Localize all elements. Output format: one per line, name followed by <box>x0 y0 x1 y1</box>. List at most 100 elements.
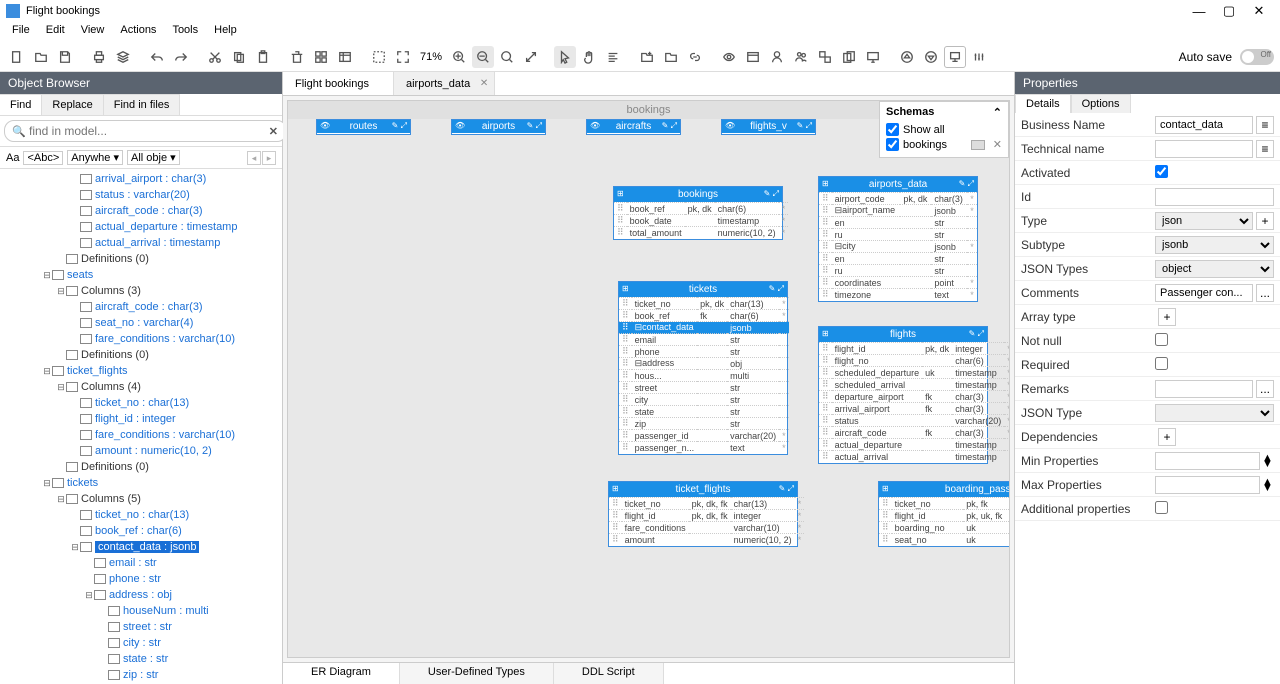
tree-node[interactable]: phone : str <box>0 571 282 587</box>
resize-icon[interactable] <box>814 46 836 68</box>
close-button[interactable]: ✕ <box>1244 3 1274 19</box>
allobj-filter[interactable]: All obje ▾ <box>127 150 180 165</box>
redo-icon[interactable] <box>170 46 192 68</box>
menu-tools[interactable]: Tools <box>164 22 206 42</box>
prop-select[interactable] <box>1155 404 1274 422</box>
entity-ticket_flights[interactable]: ⊞ticket_flights✎ ⤢⠿ticket_nopk, dk, fkch… <box>608 481 798 547</box>
zoom-level[interactable]: 71% <box>416 51 446 63</box>
entity-flights[interactable]: ⊞flights✎ ⤢⠿flight_idpk, dkinteger*⠿flig… <box>818 326 988 464</box>
select-icon[interactable] <box>368 46 390 68</box>
tree-node[interactable]: houseNum : multi <box>0 603 282 619</box>
prop-input[interactable] <box>1155 188 1274 206</box>
tree-node[interactable]: ⊟Columns (4) <box>0 379 282 395</box>
prop-checkbox[interactable] <box>1155 165 1168 178</box>
tree-node[interactable]: ⊟tickets <box>0 475 282 491</box>
word-filter[interactable]: <Abc> <box>23 151 63 165</box>
undo-icon[interactable] <box>146 46 168 68</box>
tree-node[interactable]: state : str <box>0 651 282 667</box>
zoom-out-icon[interactable] <box>472 46 494 68</box>
window-icon[interactable] <box>742 46 764 68</box>
tree-node[interactable]: Definitions (0) <box>0 347 282 363</box>
link-icon[interactable] <box>684 46 706 68</box>
next-result-icon[interactable]: ▸ <box>262 151 276 165</box>
tree-node[interactable]: Definitions (0) <box>0 251 282 267</box>
menu-file[interactable]: File <box>4 22 38 42</box>
schema-item[interactable]: Show all <box>886 123 1002 136</box>
new-file-icon[interactable] <box>6 46 28 68</box>
menu-view[interactable]: View <box>73 22 113 42</box>
tree-node[interactable]: street : str <box>0 619 282 635</box>
tree-node[interactable]: actual_departure : timestamp <box>0 219 282 235</box>
search-tab-find[interactable]: Find <box>0 94 42 115</box>
settings-icon[interactable] <box>968 46 990 68</box>
table-icon[interactable] <box>334 46 356 68</box>
prop-input[interactable] <box>1155 476 1260 494</box>
zoom-icon[interactable] <box>496 46 518 68</box>
prop-input[interactable] <box>1155 116 1253 134</box>
autosave-toggle[interactable]: Off <box>1240 49 1274 65</box>
anywhere-filter[interactable]: Anywhe ▾ <box>67 150 123 165</box>
prop-input[interactable] <box>1155 140 1253 158</box>
er-canvas[interactable]: bookings Schemas⌃ Show allbookings✕ 👁rou… <box>287 100 1010 658</box>
entity-airports_data[interactable]: ⊞airports_data✎ ⤢⠿airport_codepk, dkchar… <box>818 176 978 302</box>
prop-extra-icon[interactable]: ... <box>1256 284 1274 302</box>
doc-tab[interactable]: Flight bookings <box>283 72 394 95</box>
tree-node[interactable]: actual_arrival : timestamp <box>0 235 282 251</box>
monitor-icon[interactable] <box>862 46 884 68</box>
open-icon[interactable] <box>30 46 52 68</box>
cut-icon[interactable] <box>204 46 226 68</box>
tree-node[interactable]: aircraft_code : char(3) <box>0 203 282 219</box>
prop-select[interactable]: json <box>1155 212 1253 230</box>
tree-node[interactable]: seat_no : varchar(4) <box>0 315 282 331</box>
folder-plus-icon[interactable] <box>636 46 658 68</box>
case-filter[interactable]: Aa <box>6 152 19 164</box>
entity-flights_v[interactable]: 👁flights_v✎ ⤢ <box>721 119 816 135</box>
bottom-tab[interactable]: DDL Script <box>554 663 664 684</box>
entity-aircrafts[interactable]: 👁aircrafts✎ ⤢ <box>586 119 681 135</box>
user-icon[interactable] <box>766 46 788 68</box>
zoom-in-icon[interactable] <box>448 46 470 68</box>
tree-node[interactable]: arrival_airport : char(3) <box>0 171 282 187</box>
prop-tab-details[interactable]: Details <box>1015 94 1071 113</box>
stack-icon[interactable] <box>112 46 134 68</box>
tree-node[interactable]: Definitions (0) <box>0 459 282 475</box>
tree-node[interactable]: flight_id : integer <box>0 411 282 427</box>
tree-node[interactable]: aircraft_code : char(3) <box>0 299 282 315</box>
tree-node[interactable]: ⊟address : obj <box>0 587 282 603</box>
schema-item[interactable]: bookings✕ <box>886 138 1002 151</box>
search-input[interactable] <box>4 120 287 142</box>
entity-boarding_passes[interactable]: ⊞boarding_passes✎ ⤢⠿ticket_nopk, fkchar(… <box>878 481 1010 547</box>
pointer-icon[interactable] <box>554 46 576 68</box>
copy-icon[interactable] <box>228 46 250 68</box>
tree-node[interactable]: ⊟ticket_flights <box>0 363 282 379</box>
align-icon[interactable] <box>602 46 624 68</box>
tree-node[interactable]: ⊟Columns (5) <box>0 491 282 507</box>
tree-node[interactable]: amount : numeric(10, 2) <box>0 443 282 459</box>
users-icon[interactable] <box>790 46 812 68</box>
entity-routes[interactable]: 👁routes✎ ⤢ <box>316 119 411 135</box>
present-icon[interactable] <box>944 46 966 68</box>
menu-actions[interactable]: Actions <box>112 22 164 42</box>
collapse-icon[interactable]: ⌃ <box>993 106 1002 119</box>
bottom-tab[interactable]: ER Diagram <box>283 663 400 684</box>
delete-icon[interactable] <box>286 46 308 68</box>
expand-icon[interactable] <box>520 46 542 68</box>
prop-select[interactable]: jsonb <box>1155 236 1274 254</box>
prop-checkbox[interactable] <box>1155 333 1168 346</box>
tree-node[interactable]: ⊟Columns (3) <box>0 283 282 299</box>
tree-node[interactable]: ⊟seats <box>0 267 282 283</box>
clear-search-icon[interactable]: ✕ <box>269 125 278 138</box>
tree-node[interactable]: ticket_no : char(13) <box>0 395 282 411</box>
menu-edit[interactable]: Edit <box>38 22 73 42</box>
nav-down-icon[interactable] <box>920 46 942 68</box>
tree-node[interactable]: city : str <box>0 635 282 651</box>
prop-extra-icon[interactable]: ... <box>1256 380 1274 398</box>
tree-node[interactable]: ⊟contact_data : jsonb <box>0 539 282 555</box>
hand-icon[interactable] <box>578 46 600 68</box>
tree-node[interactable]: zip : str <box>0 667 282 683</box>
print-icon[interactable] <box>88 46 110 68</box>
tree-node[interactable]: email : str <box>0 555 282 571</box>
fullscreen-icon[interactable] <box>392 46 414 68</box>
close-tab-icon[interactable]: ✕ <box>480 78 488 89</box>
doc-tab[interactable]: airports_data✕ <box>394 72 495 95</box>
